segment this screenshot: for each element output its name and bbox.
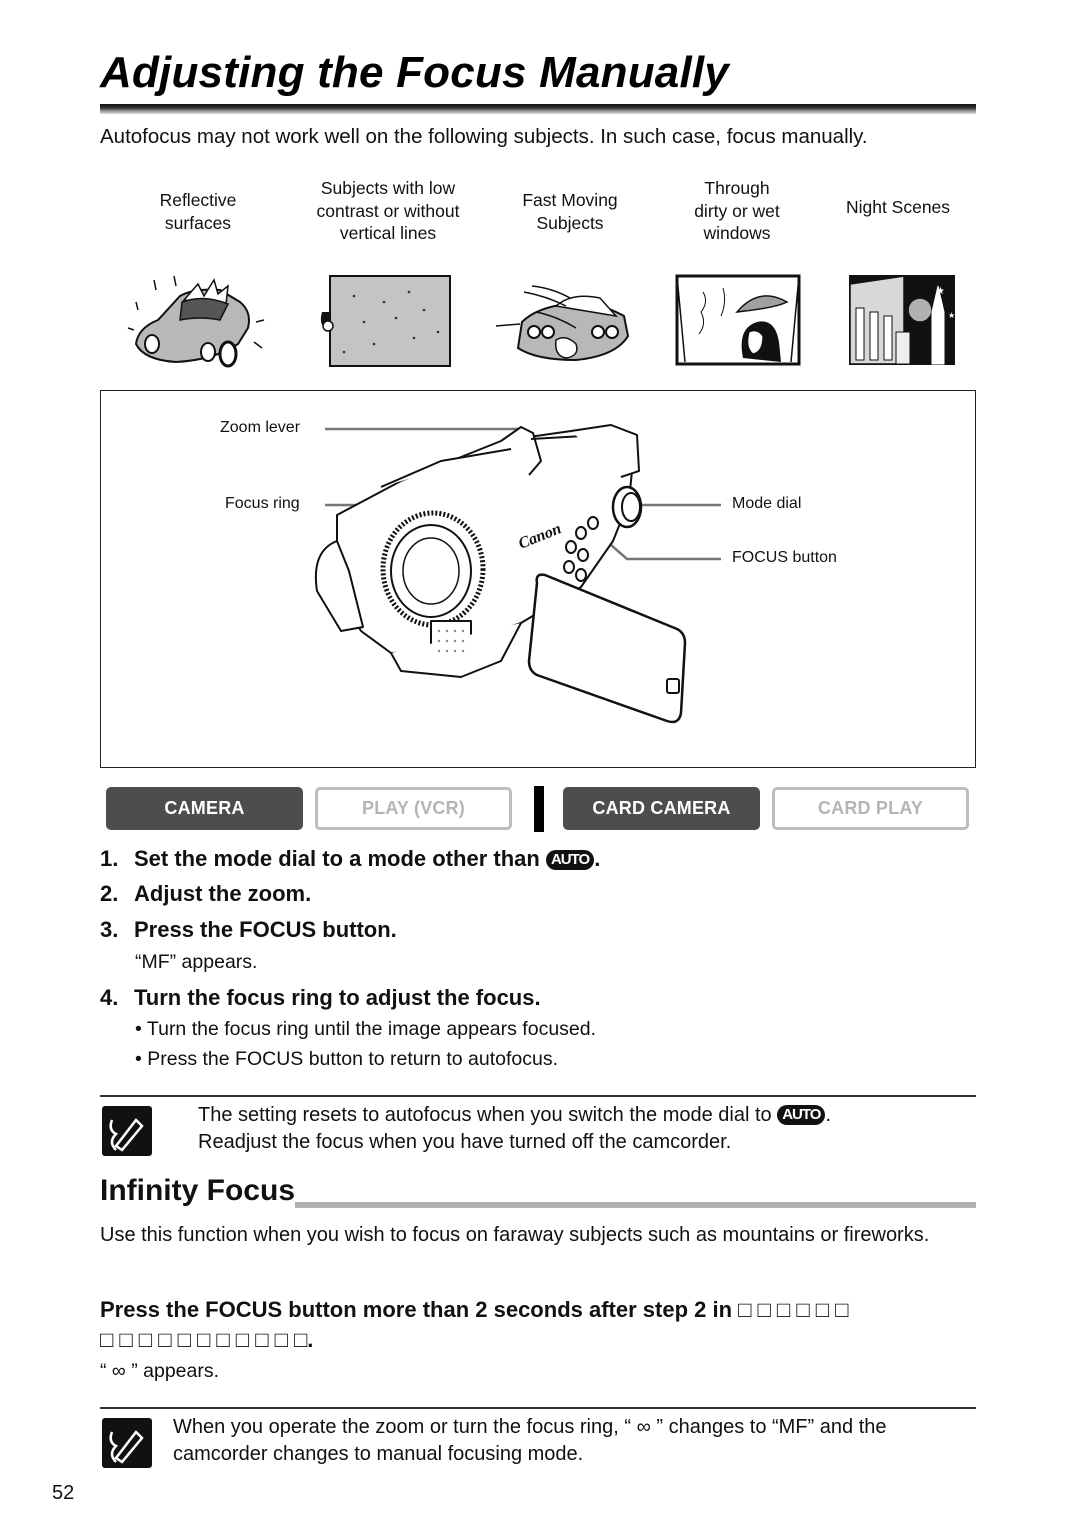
step-3: 3. Press the FOCUS button. <box>100 917 397 943</box>
camcorder-illustration: Canon <box>315 424 721 724</box>
callout-focus-button: FOCUS button <box>732 549 837 566</box>
pencil-note-icon <box>102 1106 152 1156</box>
subject-low-contrast: Subjects with low contrast or without ve… <box>300 176 476 376</box>
step-text: Adjust the zoom. <box>134 881 312 906</box>
note-divider <box>100 1095 976 1097</box>
subject-reflective: Reflective surfaces <box>110 176 286 376</box>
step-1: 1. Set the mode dial to a mode other than… <box>100 846 600 872</box>
callout-focus-ring: Focus ring <box>225 495 300 512</box>
svg-text:★: ★ <box>936 286 945 297</box>
mode-play-vcr: PLAY (VCR) <box>315 787 512 830</box>
subject-label-line: Reflective <box>159 190 237 210</box>
subject-label-line: vertical lines <box>339 223 437 243</box>
subject-label-line: surfaces <box>164 212 232 233</box>
step-2: 2. Adjust the zoom. <box>100 881 311 907</box>
page-number: 52 <box>52 1482 75 1504</box>
mode-card-camera: CARD CAMERA <box>563 787 760 830</box>
mode-card-play: CARD PLAY <box>772 787 969 830</box>
subject-label-line: Subjects <box>536 212 604 233</box>
auto-mode-icon: AUTO <box>777 1105 826 1125</box>
title-underline <box>100 104 976 114</box>
subject-through-window: Through dirty or wet windows <box>649 176 825 376</box>
step-suffix: . <box>594 846 601 871</box>
subject-label-line: dirty or wet <box>694 200 780 221</box>
mode-indicator-bar: CAMERA PLAY (VCR) CARD CAMERA CARD PLAY <box>106 786 972 832</box>
subject-label-line: contrast or without <box>316 200 460 221</box>
step-number: 2. <box>100 881 119 906</box>
svg-text:★: ★ <box>948 311 955 320</box>
difficult-subjects-row: Reflective surfaces Subjects with low co… <box>100 176 980 376</box>
note-text-1: The setting resets to autofocus when you… <box>198 1104 832 1153</box>
step-4-bullet: • Turn the focus ring until the image ap… <box>135 1018 597 1040</box>
auto-mode-icon: AUTO <box>545 850 595 870</box>
infinity-description: Use this function when you wish to focus… <box>100 1224 930 1246</box>
section-heading-infinity-focus: Infinity Focus <box>100 1174 295 1208</box>
page-title: Adjusting the Focus Manually <box>100 48 729 97</box>
step-4-bullet: • Press the FOCUS button to return to au… <box>135 1048 559 1070</box>
step-4: 4. Turn the focus ring to adjust the focu… <box>100 985 541 1011</box>
subject-label-line: Night Scenes <box>845 197 951 217</box>
step-text: Press the FOCUS button. <box>134 917 397 942</box>
intro-text: Autofocus may not work well on the follo… <box>100 125 868 148</box>
callout-zoom-lever: Zoom lever <box>220 419 301 436</box>
step-number: 4. <box>100 985 119 1010</box>
step-text: Turn the focus ring to adjust the focus. <box>134 985 541 1010</box>
step-number: 3. <box>100 917 119 942</box>
note-divider <box>100 1407 976 1409</box>
note-text-2: When you operate the zoom or turn the fo… <box>173 1416 887 1465</box>
night-city-icon: ★ ★ <box>849 275 955 365</box>
mode-separator <box>534 786 544 832</box>
step-text: Set the mode dial to a mode other than <box>134 846 540 871</box>
mode-camera: CAMERA <box>106 787 303 830</box>
callout-mode-dial: Mode dial <box>732 495 802 512</box>
infinity-instruction: Press the FOCUS button more than 2 secon… <box>100 1297 849 1352</box>
subject-label-line: Subjects with low <box>320 178 456 198</box>
subject-label-line: Through <box>704 178 770 198</box>
step-3-note: “MF” appears. <box>135 951 258 973</box>
infinity-result: “ ∞ ” appears. <box>100 1360 220 1382</box>
subject-label-line: Fast Moving <box>522 190 618 210</box>
camcorder-diagram: Canon Zoom lever Focus ring Mode dial FO… <box>100 390 976 768</box>
step-number: 1. <box>100 846 119 871</box>
subject-fast-moving: Fast Moving Subjects <box>482 176 658 376</box>
rainy-window-icon <box>675 274 801 366</box>
subject-night-scenes: Night Scenes ★ ★ <box>810 176 986 376</box>
wall-icon <box>320 275 451 367</box>
racing-car-icon <box>496 285 630 362</box>
car-icon <box>127 275 265 368</box>
subject-label-line: windows <box>703 223 771 243</box>
pencil-note-icon <box>102 1418 152 1468</box>
